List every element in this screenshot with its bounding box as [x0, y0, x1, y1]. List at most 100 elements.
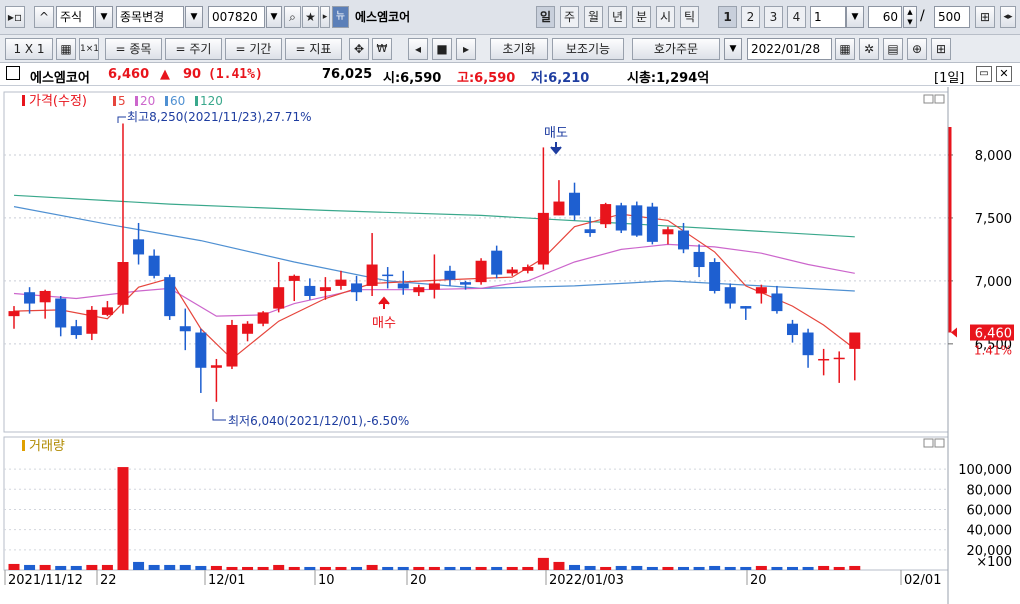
code-dropdown-icon[interactable]: ▼	[266, 6, 282, 28]
volume-bar	[615, 565, 627, 570]
volume-bar	[631, 565, 643, 570]
market-cap: 시총:1,294억	[627, 71, 710, 86]
cycle-compare-button[interactable]: = 주기	[165, 38, 222, 60]
candle-body	[148, 255, 160, 276]
collapse-up-icon[interactable]: ^	[34, 6, 54, 28]
period-tab-4[interactable]: 분	[632, 6, 651, 28]
period-tab-1[interactable]: 주	[560, 6, 579, 28]
volume-bar	[506, 566, 518, 570]
candle-body	[101, 307, 113, 315]
period-tab-6[interactable]: 틱	[680, 6, 699, 28]
volume-unit-label: ×100	[976, 555, 1012, 570]
new-window-icon[interactable]: ⊞	[931, 38, 951, 60]
grid-icon[interactable]: ▦	[56, 38, 76, 60]
price-tick-label: 7,000	[975, 275, 1012, 290]
candle-body	[273, 287, 285, 309]
volume-bar	[724, 566, 736, 570]
ma-legend-marker	[135, 96, 138, 106]
single-layout-icon[interactable]: 1×1	[79, 38, 99, 60]
change-stock-dropdown-icon[interactable]: ▼	[185, 6, 203, 28]
volume-bar	[133, 561, 145, 570]
total-input[interactable]: 500	[934, 6, 970, 28]
stock-compare-button[interactable]: = 종목	[105, 38, 162, 60]
volume-bar	[522, 566, 534, 570]
price-tick-label: 7,500	[975, 212, 1012, 227]
change-stock-select[interactable]: 종목변경	[116, 6, 184, 28]
arrow-right-icon[interactable]: ▸	[320, 6, 330, 28]
x-tick-label: 20	[410, 573, 427, 588]
news-icon[interactable]: 뉴	[332, 6, 349, 28]
aux-function-button[interactable]: 보조기능	[552, 38, 624, 60]
won-icon[interactable]: ₩	[372, 38, 392, 60]
quote-dropdown-icon[interactable]: ▼	[724, 38, 742, 60]
date-input[interactable]: 2022/01/28	[747, 38, 832, 60]
period-tab-0[interactable]: 일	[536, 6, 555, 28]
move-cross-icon[interactable]: ✥	[349, 38, 369, 60]
volume-bar	[55, 565, 67, 570]
candle-body	[506, 269, 518, 274]
candle-body	[195, 332, 207, 368]
scroll-right-icon[interactable]: ▸	[456, 38, 476, 60]
volume-tick-label: 80,000	[967, 483, 1013, 498]
price-chart-area[interactable]: 8,000 7,500 7,000 6,500 100,000 80,000 60,000 4…	[0, 87, 1020, 604]
favorite-star-icon[interactable]: ★	[302, 6, 319, 28]
candle-body	[600, 204, 612, 225]
indicator-compare-button[interactable]: = 지표	[285, 38, 342, 60]
reset-button[interactable]: 초기화	[490, 38, 548, 60]
count-separator: /	[920, 8, 925, 24]
period-tab-2[interactable]: 월	[584, 6, 603, 28]
volume-bar	[740, 566, 752, 570]
candle-body	[179, 326, 191, 332]
candle-body	[849, 332, 861, 349]
candle-body	[646, 206, 658, 242]
volume-bar	[319, 566, 331, 570]
quote-order-button[interactable]: 호가주문	[632, 38, 720, 60]
candle-body	[833, 357, 845, 360]
settings-gear-icon[interactable]: ✲	[859, 38, 879, 60]
multiple-input[interactable]: 1	[810, 6, 846, 28]
term-compare-button[interactable]: = 기간	[225, 38, 282, 60]
period-tab-3[interactable]: 년	[608, 6, 627, 28]
candle-body	[818, 358, 830, 361]
scroll-left-icon[interactable]: ◂	[408, 38, 428, 60]
select-checkbox[interactable]	[6, 66, 20, 80]
chart-svg[interactable]: 8,0007,5007,0006,500100,00080,00060,0004…	[0, 87, 1020, 604]
market-select[interactable]: 주식	[56, 6, 94, 28]
volume-bar	[678, 566, 690, 570]
count-input[interactable]: 60	[868, 6, 902, 28]
calendar-icon[interactable]: ▦	[835, 38, 855, 60]
count-spinner-icon[interactable]: ▲ ▼	[903, 6, 917, 28]
volume-bar	[101, 564, 113, 570]
volume-bar	[802, 566, 814, 570]
multiple-dropdown-icon[interactable]: ▼	[846, 6, 864, 28]
stop-icon[interactable]: ■	[432, 38, 452, 60]
add-window-icon[interactable]: ⊞	[975, 6, 995, 28]
volume-bar	[86, 564, 98, 570]
sell-label: 매도	[544, 126, 568, 141]
restore-icon[interactable]: ▭	[976, 66, 992, 82]
volume-bar	[164, 564, 176, 570]
volume-bar	[226, 566, 238, 570]
market-dropdown-icon[interactable]: ▼	[95, 6, 113, 28]
low-annotation: 최저6,040(2021/12/01),-6.50%	[228, 414, 409, 428]
more-arrow-icon[interactable]: ◂▸	[1000, 6, 1016, 28]
x-tick-label: 02/01	[904, 573, 941, 588]
volume-bar	[709, 565, 721, 570]
multiple-3[interactable]: 3	[764, 6, 783, 28]
table-icon[interactable]: ▤	[883, 38, 903, 60]
volume-bar	[257, 566, 269, 570]
multiple-2[interactable]: 2	[741, 6, 760, 28]
volume-bar	[242, 566, 254, 570]
volume-bar	[693, 566, 705, 570]
layout-button[interactable]: 1 X 1	[5, 38, 53, 60]
multiple-4[interactable]: 4	[787, 6, 806, 28]
buy-label: 매수	[372, 316, 396, 331]
zoom-icon[interactable]: ⊕	[907, 38, 927, 60]
volume-bar	[833, 566, 845, 570]
search-icon[interactable]: ⌕	[284, 6, 301, 28]
panel-toggle-button[interactable]: ▸▫	[5, 6, 25, 28]
multiple-1[interactable]: 1	[718, 6, 737, 28]
close-icon[interactable]: ✕	[996, 66, 1012, 82]
stock-code-input[interactable]: 007820	[208, 6, 265, 28]
period-tab-5[interactable]: 시	[656, 6, 675, 28]
